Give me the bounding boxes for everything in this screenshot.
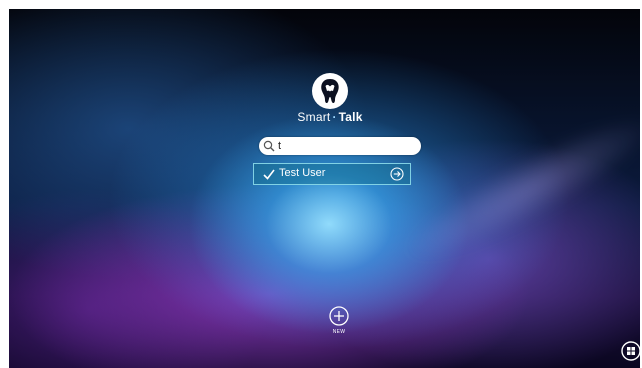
login-screen: Smart·Talk Test User NEW — [9, 9, 640, 368]
new-user-label: NEW — [332, 329, 346, 335]
arrow-right-circle-icon[interactable] — [390, 167, 404, 181]
brand-part1: Smart — [297, 110, 331, 124]
check-icon — [263, 169, 275, 180]
plus-circle-icon — [329, 306, 349, 326]
brand-separator: · — [332, 110, 337, 124]
user-name: Test User — [279, 167, 326, 179]
user-list-item[interactable]: Test User — [253, 163, 411, 185]
search-input[interactable] — [278, 138, 414, 154]
background-light-streak — [391, 96, 640, 282]
search-icon — [263, 140, 275, 152]
windows-logo-icon — [621, 341, 640, 361]
search-box[interactable] — [259, 137, 421, 155]
app-name: Smart · Talk — [269, 110, 391, 124]
smart-talk-logo-icon — [312, 73, 348, 109]
new-user-button[interactable]: NEW — [327, 305, 351, 341]
brand-part2: Talk — [338, 110, 363, 124]
windows-button[interactable] — [621, 341, 640, 361]
